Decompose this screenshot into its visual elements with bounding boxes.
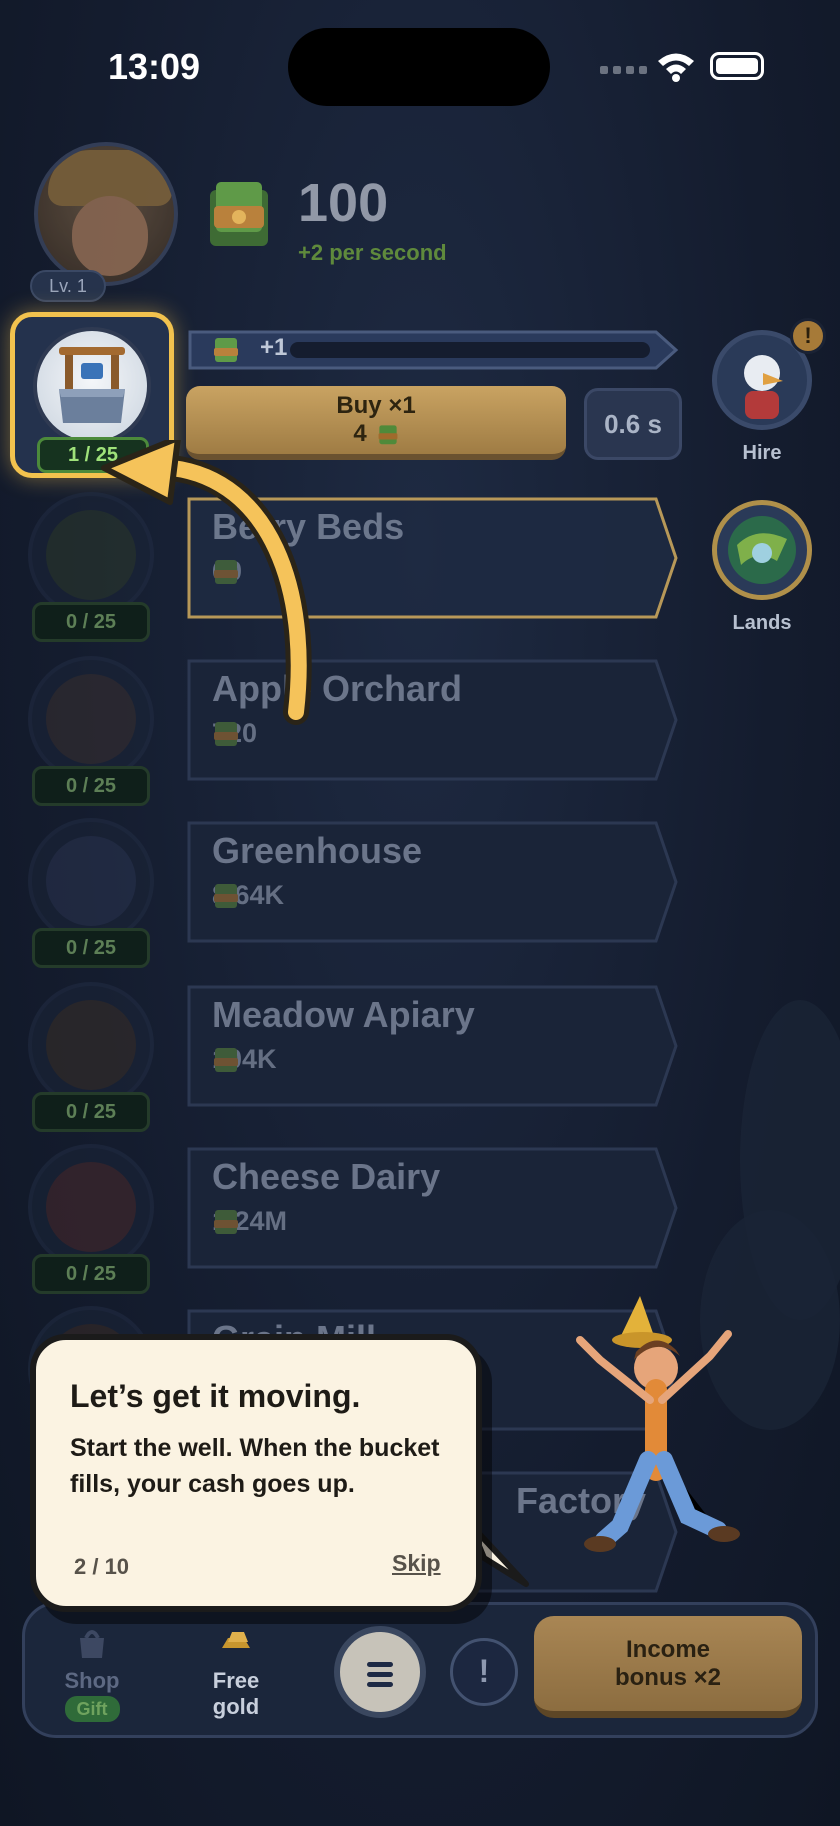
shop-icon bbox=[80, 1630, 104, 1658]
income-bonus-button[interactable]: Income bonus ×2 bbox=[534, 1616, 802, 1718]
meadow-apiary-panel[interactable]: Meadow Apiary 104K bbox=[186, 984, 680, 1108]
business-name: Greenhouse bbox=[212, 830, 423, 871]
money-rate: +2 per second bbox=[298, 240, 447, 265]
shop-label: Shop bbox=[64, 1668, 120, 1693]
tutorial-arrow-icon bbox=[101, 440, 312, 725]
cheese-dairy-count: 0 / 25 bbox=[32, 1254, 150, 1294]
tutorial-step: 2 / 10 bbox=[74, 1554, 130, 1579]
meadow-apiary-icon[interactable] bbox=[28, 982, 154, 1108]
business-name: Meadow Apiary bbox=[212, 994, 475, 1035]
money-icon bbox=[214, 1048, 238, 1072]
free-gold-button[interactable]: Free gold bbox=[190, 1622, 282, 1720]
money-icon bbox=[210, 182, 268, 246]
tutorial-bubble: Let’s get it moving. Start the well. Whe… bbox=[30, 1334, 482, 1612]
dynamic-island bbox=[288, 28, 550, 106]
farmer-character bbox=[576, 1296, 740, 1552]
buy-label: Buy ×1 bbox=[336, 392, 416, 419]
money-icon bbox=[378, 425, 398, 445]
tutorial-title: Let’s get it moving. bbox=[70, 1378, 361, 1414]
avatar[interactable] bbox=[34, 142, 178, 286]
level-badge: Lv. 1 bbox=[30, 270, 106, 302]
money-icon bbox=[214, 1210, 238, 1234]
battery-icon bbox=[710, 52, 764, 80]
status-time: 13:09 bbox=[108, 46, 201, 87]
greenhouse-count: 0 / 25 bbox=[32, 928, 150, 968]
well-icon bbox=[33, 327, 151, 445]
meadow-apiary-count: 0 / 25 bbox=[32, 1092, 150, 1132]
greenhouse-icon[interactable] bbox=[28, 818, 154, 944]
skip-button[interactable]: Skip bbox=[392, 1550, 441, 1577]
business-name: Cheese Dairy bbox=[212, 1156, 441, 1197]
alert-button[interactable]: ! bbox=[450, 1638, 518, 1706]
income-increment: +1 bbox=[260, 334, 288, 361]
cheese-dairy-icon[interactable] bbox=[28, 1144, 154, 1270]
gift-badge: Gift bbox=[64, 1696, 120, 1722]
money-amount: 100 bbox=[298, 173, 389, 233]
money-icon bbox=[214, 884, 238, 908]
shop-button[interactable]: Shop Gift bbox=[46, 1622, 138, 1722]
hire-label: Hire bbox=[742, 442, 782, 464]
signal-icon bbox=[600, 66, 647, 74]
apple-orchard-count: 0 / 25 bbox=[32, 766, 150, 806]
free-gold-label: Free gold bbox=[212, 1668, 260, 1719]
menu-button[interactable] bbox=[334, 1626, 426, 1718]
lands-label: Lands bbox=[732, 612, 792, 634]
wifi-icon bbox=[658, 53, 694, 82]
income-bonus-label: Income bonus ×2 bbox=[614, 1636, 722, 1691]
menu-icon bbox=[367, 1662, 393, 1667]
greenhouse-panel[interactable]: Greenhouse 8.64K bbox=[186, 820, 680, 944]
tutorial-text: Start the well. When the bucket fills, y… bbox=[70, 1434, 440, 1498]
lands-button[interactable] bbox=[712, 500, 812, 600]
hire-alert-badge: ! bbox=[790, 318, 826, 354]
buy-cost: 4 bbox=[353, 420, 367, 447]
cheese-dairy-panel[interactable]: Cheese Dairy 1.24M bbox=[186, 1146, 680, 1270]
cycle-time: 0.6 s bbox=[584, 388, 682, 460]
gold-bar-icon bbox=[222, 1632, 250, 1648]
money-icon bbox=[214, 338, 238, 362]
